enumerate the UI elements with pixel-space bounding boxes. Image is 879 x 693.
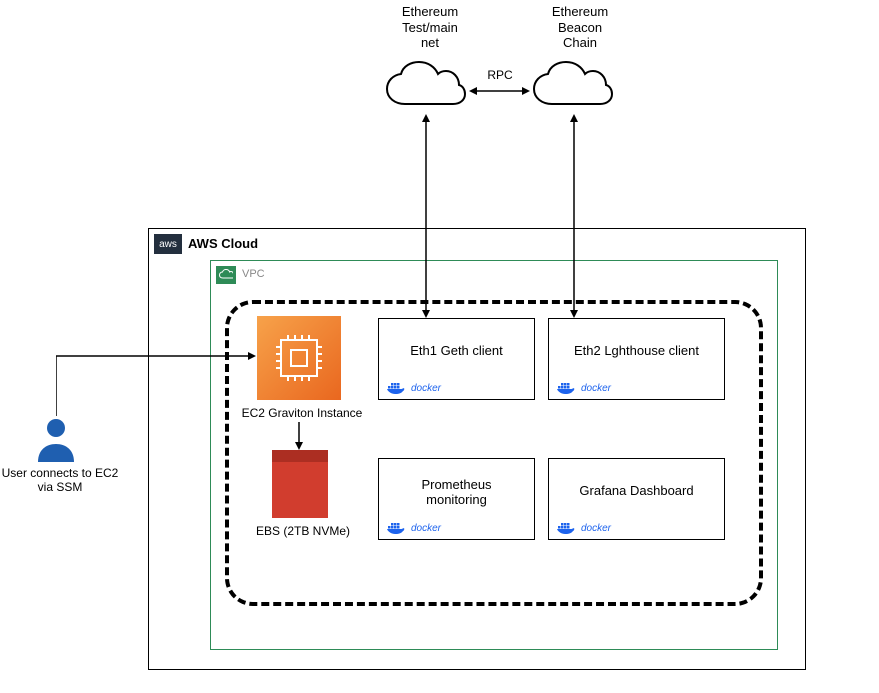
docker-label: docker — [411, 523, 441, 534]
lighthouse-client-label: Eth2 Lghthouse client — [549, 343, 724, 358]
docker-label: docker — [581, 523, 611, 534]
arrow-cloud-lighthouse — [568, 114, 580, 318]
vpc-icon — [216, 266, 236, 284]
vpc-label: VPC — [242, 268, 265, 281]
ec2-label: EC2 Graviton Instance — [237, 406, 367, 420]
prometheus-label: Prometheus monitoring — [379, 477, 534, 507]
ebs-label: EBS (2TB NVMe) — [248, 524, 358, 538]
docker-label: docker — [581, 383, 611, 394]
aws-cloud-tag: aws AWS Cloud — [154, 234, 258, 254]
architecture-diagram: Ethereum Test/main net Ethereum Beacon C… — [0, 0, 879, 693]
ebs-icon — [272, 462, 328, 518]
arrow-cloud-geth — [420, 114, 432, 318]
arrow-user-ec2 — [56, 352, 256, 420]
docker-icon — [387, 521, 407, 535]
ethereum-beacon-label: Ethereum Beacon Chain — [530, 4, 630, 51]
docker-badge-geth: docker — [387, 381, 441, 395]
ec2-graviton-icon — [257, 316, 341, 400]
aws-logo-icon: aws — [154, 234, 182, 254]
arrow-ec2-ebs — [293, 422, 305, 450]
docker-icon — [557, 521, 577, 535]
ethereum-main-label: Ethereum Test/main net — [380, 4, 480, 51]
rpc-arrow — [469, 84, 530, 98]
rpc-label: RPC — [485, 68, 515, 82]
aws-cloud-label: AWS Cloud — [188, 236, 258, 252]
docker-badge-prometheus: docker — [387, 521, 441, 535]
vpc-tag: VPC — [216, 266, 265, 284]
docker-label: docker — [411, 383, 441, 394]
grafana-label: Grafana Dashboard — [549, 483, 724, 498]
docker-icon — [557, 381, 577, 395]
lighthouse-client-box: Eth2 Lghthouse client docker — [548, 318, 725, 400]
geth-client-label: Eth1 Geth client — [379, 343, 534, 358]
user-icon — [34, 416, 78, 462]
docker-badge-grafana: docker — [557, 521, 611, 535]
docker-icon — [387, 381, 407, 395]
docker-badge-lighthouse: docker — [557, 381, 611, 395]
user-label: User connects to EC2 via SSM — [0, 466, 120, 495]
grafana-box: Grafana Dashboard docker — [548, 458, 725, 540]
cloud-ethereum-main-icon — [383, 60, 469, 114]
prometheus-box: Prometheus monitoring docker — [378, 458, 535, 540]
cloud-ethereum-beacon-icon — [530, 60, 616, 114]
geth-client-box: Eth1 Geth client docker — [378, 318, 535, 400]
